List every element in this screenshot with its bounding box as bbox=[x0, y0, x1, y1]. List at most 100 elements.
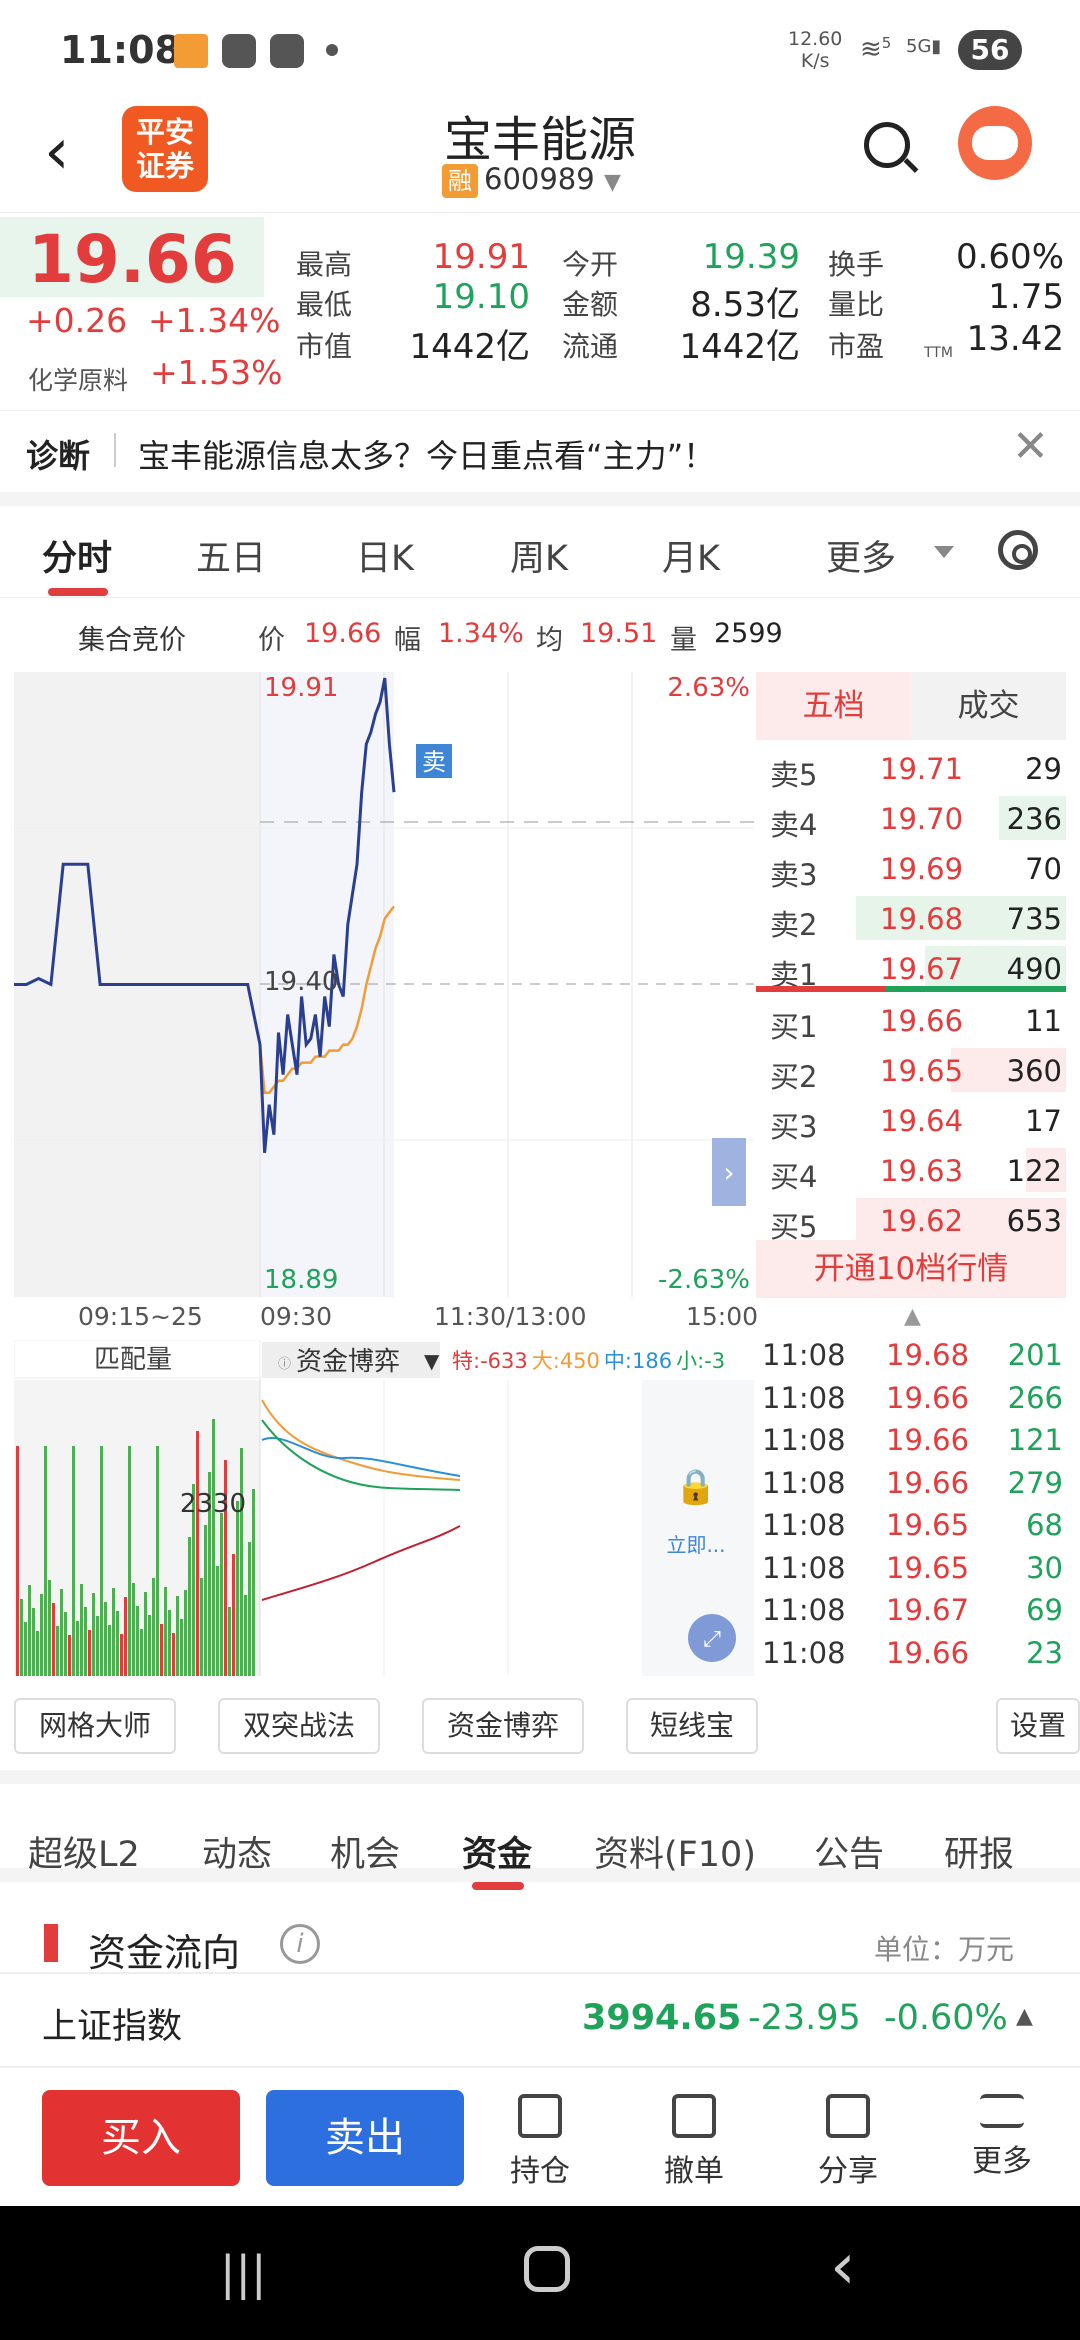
chevron-down-icon[interactable]: ▼ bbox=[424, 1349, 440, 1373]
tab-trades[interactable]: 成交 bbox=[911, 672, 1066, 740]
volume-bar bbox=[80, 1584, 83, 1676]
short-line-button[interactable]: 短线宝 bbox=[626, 1698, 758, 1754]
index-bar[interactable]: 上证指数 3994.65 -23.95 -0.60% ▲ bbox=[0, 1972, 1080, 2068]
ask-row[interactable]: 卖4 19.70 236 bbox=[756, 794, 1066, 842]
close-icon[interactable]: ✕ bbox=[1012, 421, 1049, 472]
tab-intraday[interactable]: 分时 bbox=[42, 530, 112, 581]
section-title: 资金流向 bbox=[88, 1931, 241, 1975]
trade-tick-row: 11:08 19.66 266 bbox=[762, 1377, 1067, 1419]
volume-bar bbox=[196, 1431, 199, 1676]
tick-volume: 68 bbox=[1026, 1508, 1063, 1542]
level-price: 19.64 bbox=[880, 1104, 964, 1138]
tick-time: 11:08 bbox=[762, 1550, 846, 1585]
holdings-button[interactable]: 持仓 bbox=[490, 2094, 590, 2190]
stat-value: 1442亿 bbox=[409, 327, 530, 367]
tick-price: 19.68 bbox=[886, 1338, 970, 1372]
ask-row[interactable]: 卖5 19.71 29 bbox=[756, 744, 1066, 792]
back-nav-icon[interactable]: ‹ bbox=[830, 2230, 856, 2304]
stat-label: 最低 bbox=[296, 288, 353, 321]
tab-f10[interactable]: 资料(F10) bbox=[594, 1826, 756, 1877]
level-price: 19.66 bbox=[880, 1004, 964, 1038]
tab-monthly-k[interactable]: 月K bbox=[662, 530, 720, 581]
level-label: 买1 bbox=[770, 1010, 818, 1044]
tab-weekly-k[interactable]: 周K bbox=[510, 530, 568, 581]
settings-icon[interactable] bbox=[998, 530, 1038, 570]
volume-bar bbox=[232, 1554, 235, 1676]
sell-button[interactable]: 卖出 bbox=[266, 2090, 464, 2186]
stat-label: 量比 bbox=[828, 288, 885, 321]
level-price: 19.68 bbox=[880, 902, 964, 936]
stock-code-selector[interactable]: 融 600989 ▼ bbox=[442, 162, 621, 198]
capital-game-chart[interactable]: 匹配量 ⓘ 资金博弈 ▼ 特:-633 大:450 中:186 小:-3 2330 🔒… bbox=[14, 1340, 754, 1676]
capital-game-tab[interactable]: 资金博弈 bbox=[296, 1347, 400, 1377]
level-price: 19.62 bbox=[880, 1204, 964, 1238]
ask-row[interactable]: 卖2 19.68 735 bbox=[756, 894, 1066, 942]
x-label: 11:30/13:00 bbox=[434, 1302, 587, 1331]
trade-tick-row: 11:08 19.66 121 bbox=[762, 1419, 1067, 1461]
assistant-avatar[interactable] bbox=[958, 106, 1032, 180]
matched-volume-tab[interactable]: 匹配量 bbox=[94, 1345, 172, 1375]
info-icon[interactable]: i bbox=[280, 1924, 320, 1964]
home-icon[interactable] bbox=[524, 2246, 570, 2292]
share-button[interactable]: 分享 bbox=[798, 2094, 898, 2190]
tab-five-level[interactable]: 五档 bbox=[756, 672, 911, 740]
tab-super-l2[interactable]: 超级L2 bbox=[28, 1826, 140, 1877]
level-volume: 490 bbox=[1006, 952, 1062, 986]
bid-row[interactable]: 买1 19.66 11 bbox=[756, 996, 1066, 1044]
diagnosis-text[interactable]: 宝丰能源信息太多？今日重点看“主力”！ bbox=[138, 431, 715, 477]
diagnosis-banner[interactable]: 诊断 宝丰能源信息太多？今日重点看“主力”！ ✕ bbox=[0, 410, 1080, 506]
bid-row[interactable]: 买2 19.65 360 bbox=[756, 1046, 1066, 1094]
open-level10-button[interactable]: 开通10档行情 bbox=[756, 1240, 1066, 1298]
tab-news[interactable]: 动态 bbox=[202, 1826, 272, 1877]
more-button[interactable]: 更多 bbox=[952, 2094, 1052, 2180]
bid-row[interactable]: 买5 19.62 653 bbox=[756, 1196, 1066, 1244]
double-break-button[interactable]: 双突战法 bbox=[218, 1698, 380, 1754]
buy-sell-ratio-green bbox=[886, 986, 1066, 992]
ask-row[interactable]: 卖1 19.67 490 bbox=[756, 944, 1066, 992]
cancel-order-button[interactable]: 撤单 bbox=[644, 2094, 744, 2190]
sell-marker-label: 卖 bbox=[422, 748, 446, 776]
search-icon[interactable] bbox=[864, 122, 910, 168]
stat-label: 市值 bbox=[296, 330, 353, 363]
bid-row[interactable]: 买4 19.63 122 bbox=[756, 1146, 1066, 1194]
volume-bar bbox=[184, 1590, 187, 1676]
recent-apps-icon[interactable]: ||| bbox=[220, 2246, 267, 2300]
tab-daily-k[interactable]: 日K bbox=[356, 530, 414, 581]
tab-announcement[interactable]: 公告 bbox=[814, 1826, 884, 1877]
tab-opportunity[interactable]: 机会 bbox=[330, 1826, 400, 1877]
intraday-chart[interactable]: 19.91 19.40 18.89 2.63% -2.63% 卖 › bbox=[14, 672, 754, 1297]
bid-row[interactable]: 买3 19.64 17 bbox=[756, 1096, 1066, 1144]
info-icon[interactable]: ⓘ bbox=[278, 1357, 291, 1372]
volume-bar bbox=[84, 1607, 87, 1676]
level-label: 卖3 bbox=[770, 858, 818, 892]
chevron-down-icon[interactable] bbox=[934, 546, 954, 558]
chevron-up-icon[interactable]: ▲ bbox=[1016, 2004, 1033, 2029]
chart-tabs: 分时 五日 日K 周K 月K 更多 bbox=[0, 506, 1080, 598]
unlock-link[interactable]: 立即... bbox=[666, 1533, 725, 1557]
tab-research[interactable]: 研报 bbox=[944, 1826, 1014, 1877]
tab-more[interactable]: 更多 bbox=[826, 530, 896, 581]
volume-bar bbox=[124, 1597, 127, 1676]
grid-master-button[interactable]: 网格大师 bbox=[14, 1698, 176, 1754]
industry-label[interactable]: 化学原料 bbox=[28, 361, 128, 397]
back-icon[interactable]: ‹ bbox=[44, 120, 70, 184]
level-volume: 360 bbox=[1006, 1054, 1062, 1088]
volume-bar bbox=[108, 1625, 111, 1676]
tab-5day[interactable]: 五日 bbox=[196, 530, 266, 581]
capital-game-button[interactable]: 资金博弈 bbox=[422, 1698, 584, 1754]
stat-value: 19.10 bbox=[432, 277, 530, 317]
y-max-pct-label: 2.63% bbox=[667, 673, 750, 703]
tab-capital[interactable]: 资金 bbox=[462, 1826, 532, 1877]
ask-row[interactable]: 卖3 19.69 70 bbox=[756, 844, 1066, 892]
settings-button[interactable]: 设置 bbox=[996, 1698, 1080, 1754]
vol-label: 量 bbox=[670, 625, 697, 656]
volume-bar bbox=[116, 1611, 119, 1676]
buy-button[interactable]: 买入 bbox=[42, 2090, 240, 2186]
level-label: 买3 bbox=[770, 1110, 818, 1144]
sub-chart-legend: 特:-633 大:450 中:186 小:-3 bbox=[452, 1349, 725, 1373]
volume-bar bbox=[96, 1616, 99, 1676]
volume-bar bbox=[132, 1583, 135, 1676]
trade-tick-row: 11:08 19.65 68 bbox=[762, 1504, 1067, 1546]
collapse-icon[interactable]: ▲ bbox=[904, 1304, 921, 1329]
stat-value: 13.42 bbox=[966, 319, 1064, 359]
